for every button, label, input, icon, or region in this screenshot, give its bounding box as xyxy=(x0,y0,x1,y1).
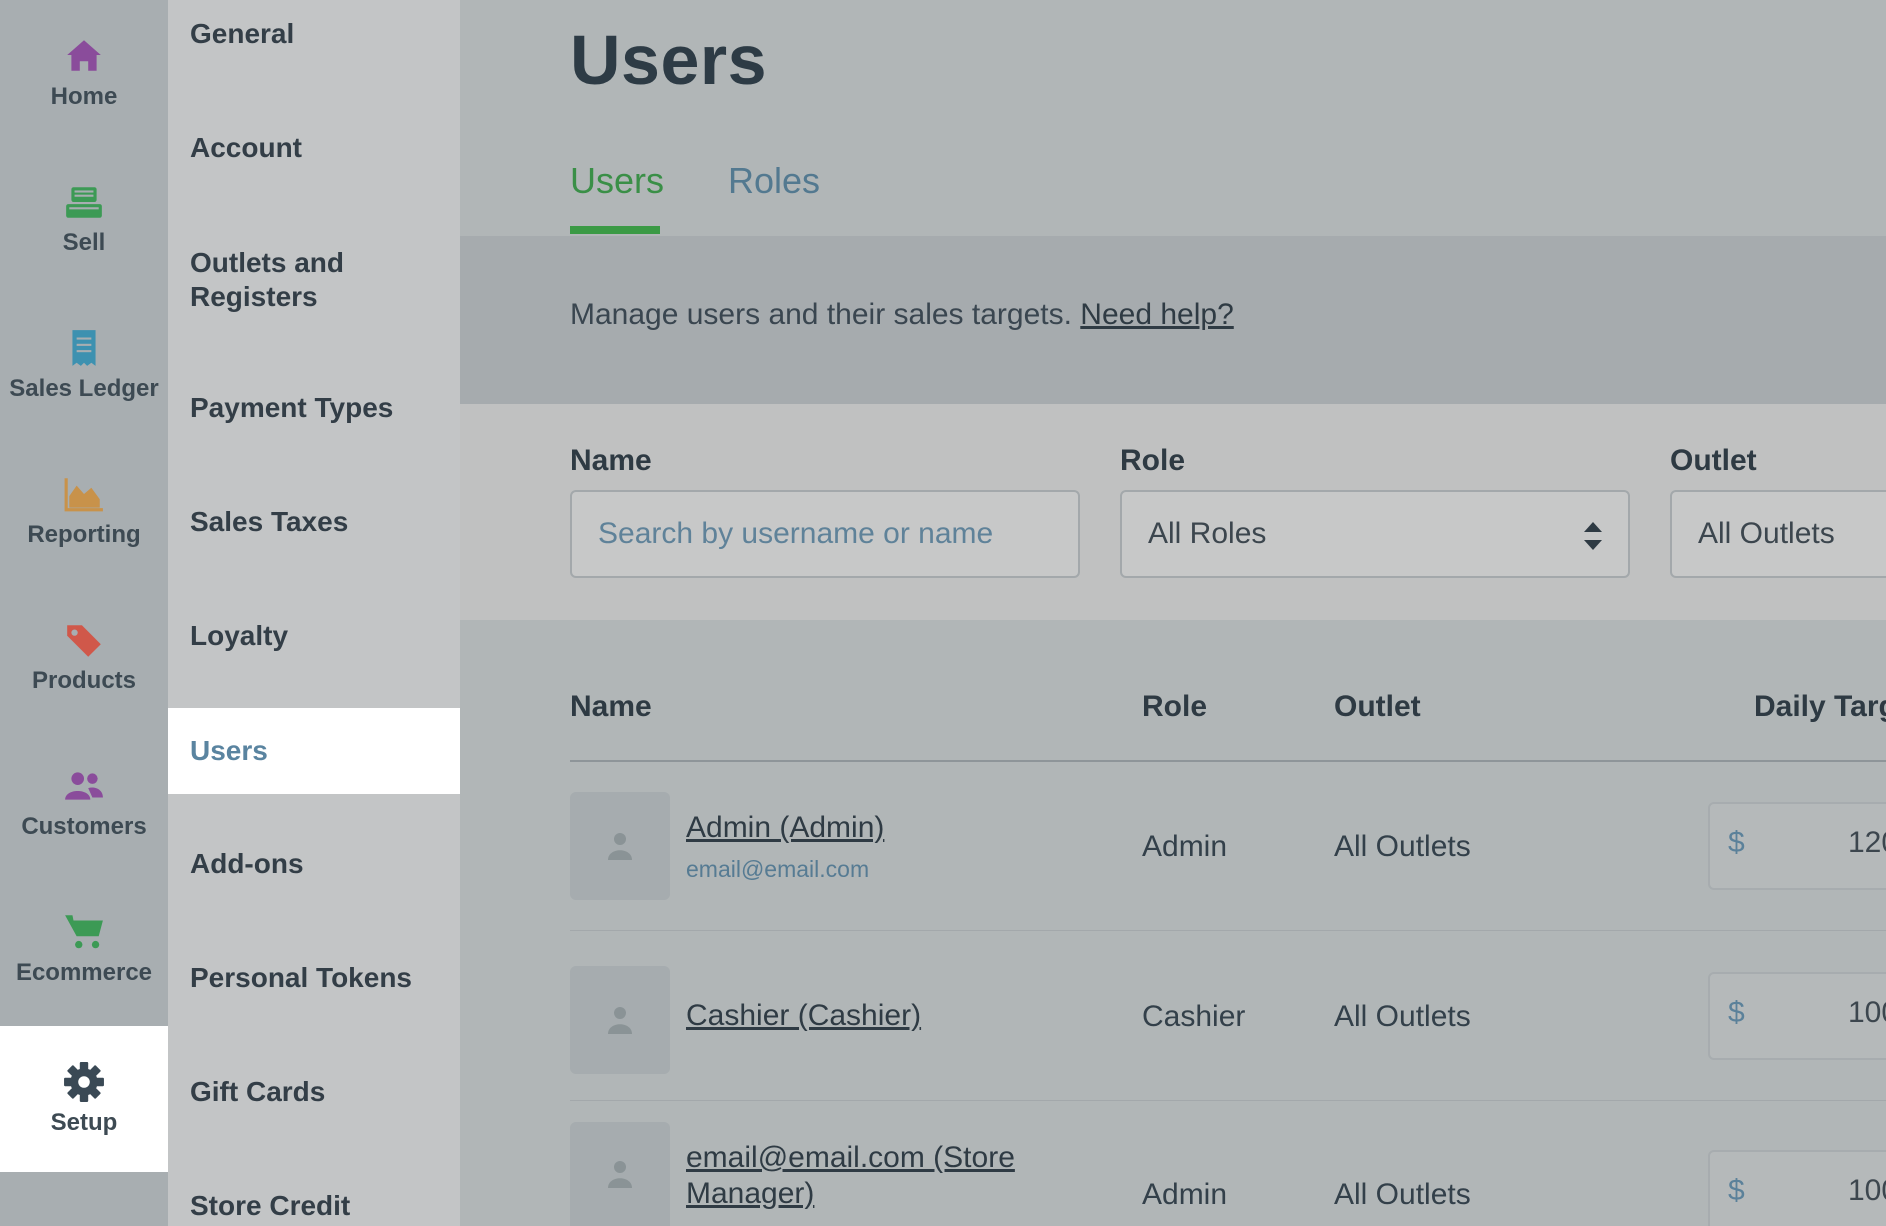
menu-item-sales-taxes[interactable]: Sales Taxes xyxy=(168,502,460,542)
user-name-link[interactable]: Admin (Admin) xyxy=(686,810,884,846)
name-filter-label: Name xyxy=(570,444,652,477)
info-bar: Manage users and their sales targets. Ne… xyxy=(460,236,1886,404)
outlet-filter-label: Outlet xyxy=(1670,444,1757,477)
avatar xyxy=(570,1122,670,1226)
help-link[interactable]: Need help? xyxy=(1080,298,1233,331)
page-title: Users xyxy=(570,21,768,99)
menu-item-account[interactable]: Account xyxy=(168,128,460,168)
nav-item-reporting[interactable]: Reporting xyxy=(0,438,168,584)
info-text: Manage users and their sales targets. xyxy=(570,298,1072,331)
nav-label-products: Products xyxy=(31,667,136,694)
row-divider xyxy=(570,930,1886,931)
nav-item-home[interactable]: Home xyxy=(0,0,168,146)
user-outlet: All Outlets xyxy=(1334,1000,1471,1033)
daily-target-input[interactable]: $ 100 xyxy=(1708,1150,1886,1226)
menu-item-add-ons[interactable]: Add-ons xyxy=(168,844,460,884)
role-select[interactable]: All Roles xyxy=(1120,490,1630,578)
nav-label-customers: Customers xyxy=(21,813,147,840)
menu-item-users[interactable]: Users xyxy=(168,708,460,794)
menu-item-loyalty[interactable]: Loyalty xyxy=(168,616,460,656)
column-header-outlet[interactable]: Outlet xyxy=(1334,690,1421,724)
avatar xyxy=(570,966,670,1074)
column-header-role[interactable]: Role xyxy=(1142,690,1207,724)
daily-target-value: 120 xyxy=(1848,826,1886,859)
user-icon xyxy=(608,1007,632,1034)
settings-menu: General Account Outlets and Registers Pa… xyxy=(168,0,460,1226)
tab-users[interactable]: Users xyxy=(570,160,664,202)
nav-item-ecommerce[interactable]: Ecommerce xyxy=(0,876,168,1022)
home-icon xyxy=(67,40,101,71)
nav-label-setup: Setup xyxy=(50,1109,118,1136)
nav-label-ecommerce: Ecommerce xyxy=(15,959,153,986)
user-email: email@email.com xyxy=(686,856,870,882)
currency-symbol: $ xyxy=(1728,1174,1745,1207)
nav-label-sales-ledger: Sales Ledger xyxy=(9,375,159,402)
column-header-daily-target[interactable]: Daily Targ xyxy=(1754,690,1886,724)
avatar xyxy=(570,792,670,900)
nav-item-sales-ledger[interactable]: Sales Ledger xyxy=(0,292,168,438)
daily-target-value: 100 xyxy=(1848,1174,1886,1207)
column-header-name[interactable]: Name xyxy=(570,690,652,724)
currency-symbol: $ xyxy=(1728,826,1745,859)
nav-item-setup[interactable]: Setup xyxy=(0,1026,168,1172)
outlet-select-value: All Outlets xyxy=(1698,517,1835,550)
daily-target-value: 100 xyxy=(1848,996,1886,1029)
gear-icon xyxy=(64,1062,104,1102)
main-content: Users Users Roles Manage users and their… xyxy=(460,0,1886,1226)
user-role: Cashier xyxy=(1142,1000,1246,1033)
name-search-input[interactable]: Search by username or name xyxy=(570,490,1080,578)
active-tab-indicator xyxy=(570,226,660,234)
nav-item-products[interactable]: Products xyxy=(0,584,168,730)
menu-item-gift-cards[interactable]: Gift Cards xyxy=(168,1072,460,1112)
main-nav: Home Sell Sales Ledger Reporting Product… xyxy=(0,0,168,1226)
nav-label-reporting: Reporting xyxy=(27,521,141,548)
role-filter-label: Role xyxy=(1120,444,1186,477)
menu-item-outlets-registers[interactable]: Outlets and Registers xyxy=(168,242,460,318)
row-divider xyxy=(570,1100,1886,1101)
menu-item-payment-types[interactable]: Payment Types xyxy=(168,388,460,428)
table-header-divider xyxy=(570,760,1886,762)
user-icon xyxy=(608,833,632,860)
register-icon xyxy=(66,187,102,218)
info-text-line: Manage users and their sales targets. Ne… xyxy=(570,298,1234,332)
daily-target-input[interactable]: $ 100 xyxy=(1708,972,1886,1060)
nav-label-home: Home xyxy=(50,83,118,110)
tab-roles[interactable]: Roles xyxy=(728,160,820,202)
nav-item-customers[interactable]: Customers xyxy=(0,730,168,876)
menu-item-store-credit[interactable]: Store Credit xyxy=(168,1186,460,1226)
user-outlet: All Outlets xyxy=(1334,1178,1471,1211)
role-select-value: All Roles xyxy=(1148,517,1267,550)
currency-symbol: $ xyxy=(1728,996,1745,1029)
select-arrows-icon xyxy=(1584,522,1602,550)
receipt-icon xyxy=(72,330,96,366)
menu-item-general[interactable]: General xyxy=(168,14,460,54)
cart-icon xyxy=(65,915,103,949)
nav-label-sell: Sell xyxy=(62,229,106,256)
users-icon xyxy=(65,772,103,800)
outlet-select[interactable]: All Outlets xyxy=(1670,490,1886,578)
filters-panel: Name Search by username or name Role All… xyxy=(460,404,1886,620)
user-name-link[interactable]: email@email.com (Store Manager) xyxy=(686,1140,1015,1212)
user-outlet: All Outlets xyxy=(1334,830,1471,863)
user-role: Admin xyxy=(1142,830,1228,863)
menu-item-personal-tokens[interactable]: Personal Tokens xyxy=(168,958,460,998)
user-icon xyxy=(608,1161,632,1188)
chart-icon xyxy=(64,478,103,512)
user-name-link[interactable]: Cashier (Cashier) xyxy=(686,998,921,1034)
user-role: Admin xyxy=(1142,1178,1228,1211)
nav-item-sell[interactable]: Sell xyxy=(0,146,168,292)
daily-target-input[interactable]: $ 120 xyxy=(1708,802,1886,890)
tags-icon xyxy=(67,625,101,657)
